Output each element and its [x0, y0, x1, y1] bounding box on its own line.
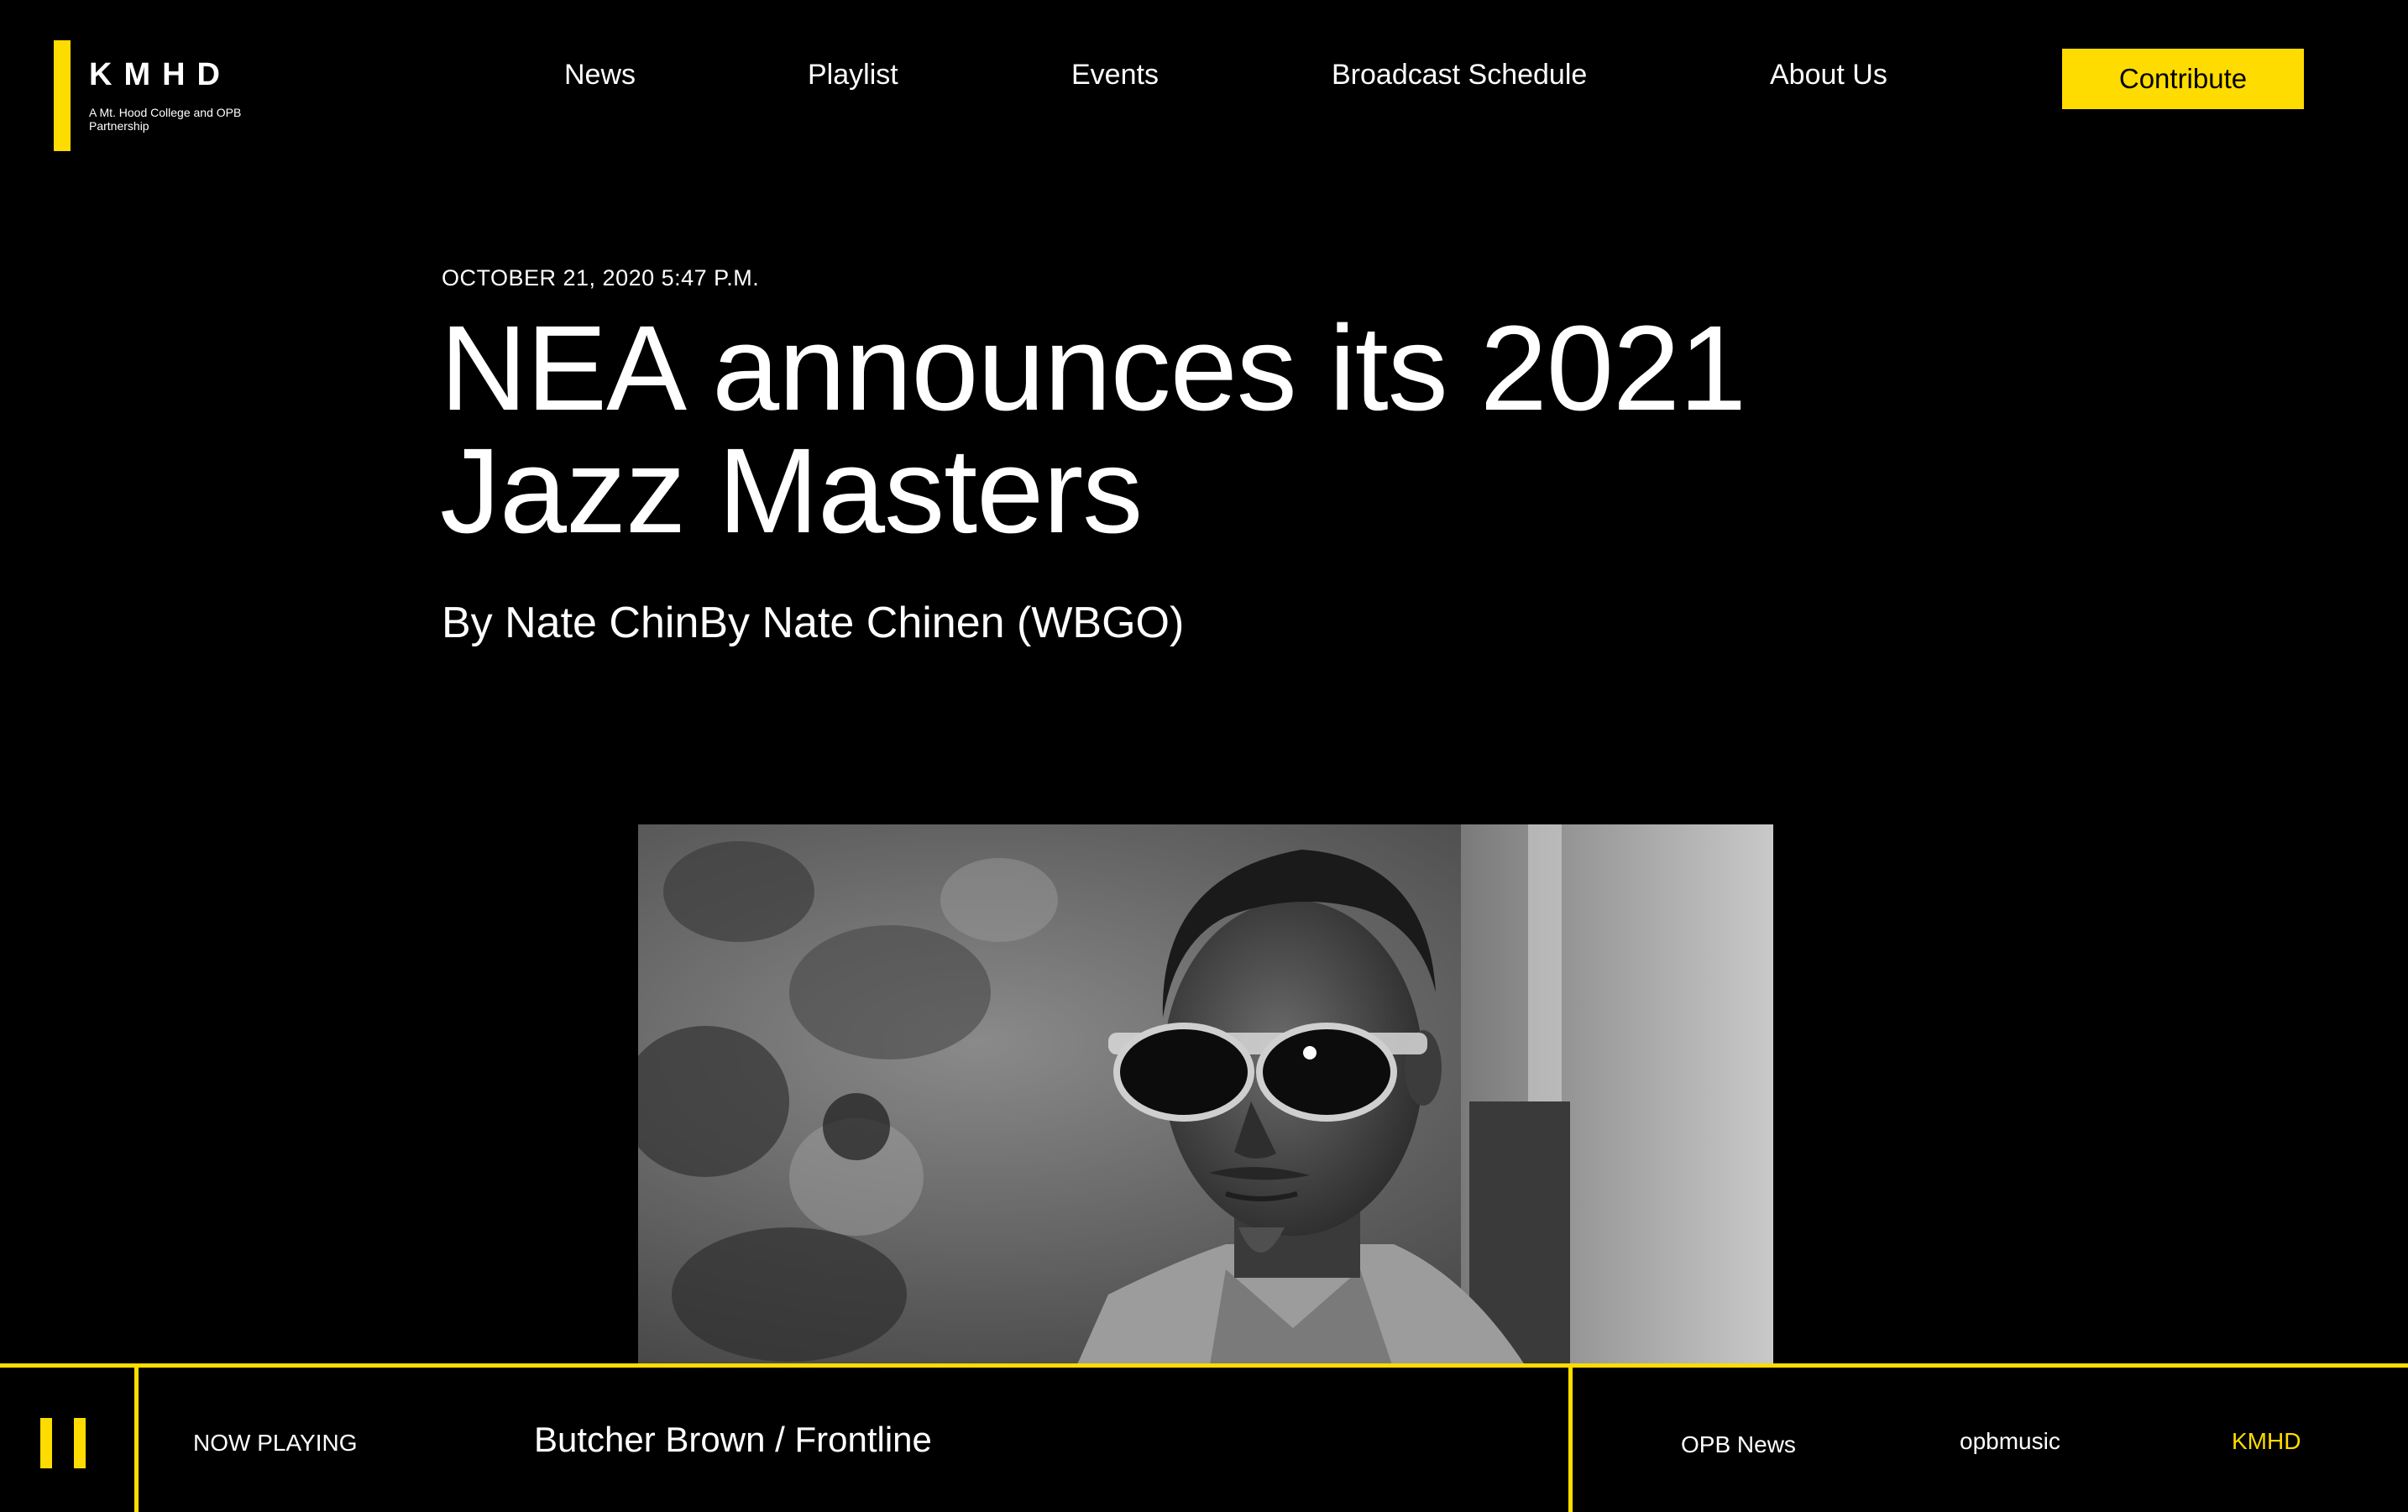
article-dateline: OCTOBER 21, 2020 5:47 P.M.	[442, 265, 760, 290]
station-kmhd[interactable]: KMHD	[2232, 1428, 2301, 1455]
player-divider-right	[1568, 1368, 1573, 1512]
contribute-button[interactable]: Contribute	[2062, 49, 2304, 109]
article-byline: By Nate ChinBy Nate Chinen (WBGO)	[442, 599, 1185, 647]
main-nav: News Playlist Events Broadcast Schedule …	[0, 59, 2408, 101]
nav-playlist[interactable]: Playlist	[808, 59, 898, 92]
headline-line-1: NEA announces its 2021	[440, 301, 1746, 436]
headline-line-2: Jazz Masters	[440, 423, 1143, 558]
now-playing-track: Butcher Brown / Frontline	[534, 1420, 932, 1459]
audio-player-bar: NOW PLAYING Butcher Brown / Frontline OP…	[0, 1363, 2408, 1512]
nav-broadcast-schedule[interactable]: Broadcast Schedule	[1332, 59, 1587, 92]
nav-news[interactable]: News	[564, 59, 636, 92]
pause-icon-bar-right	[74, 1418, 86, 1468]
article-photo	[638, 824, 1773, 1370]
player-divider-left	[134, 1368, 139, 1512]
pause-icon-bar-left	[40, 1418, 52, 1468]
nav-about-us[interactable]: About Us	[1770, 59, 1887, 92]
site-header: KMHD A Mt. Hood College and OPB Partners…	[0, 0, 2408, 168]
now-playing-label: NOW PLAYING	[193, 1430, 358, 1456]
station-opbmusic[interactable]: opbmusic	[1960, 1428, 2060, 1455]
logo-tagline: A Mt. Hood College and OPB Partnership	[89, 106, 242, 133]
nav-events[interactable]: Events	[1071, 59, 1159, 92]
portrait-illustration	[638, 824, 1773, 1370]
pause-icon[interactable]	[37, 1418, 89, 1468]
article-headline: NEA announces its 2021 Jazz Masters	[440, 307, 1951, 552]
station-opb-news[interactable]: OPB News	[1681, 1431, 1796, 1458]
